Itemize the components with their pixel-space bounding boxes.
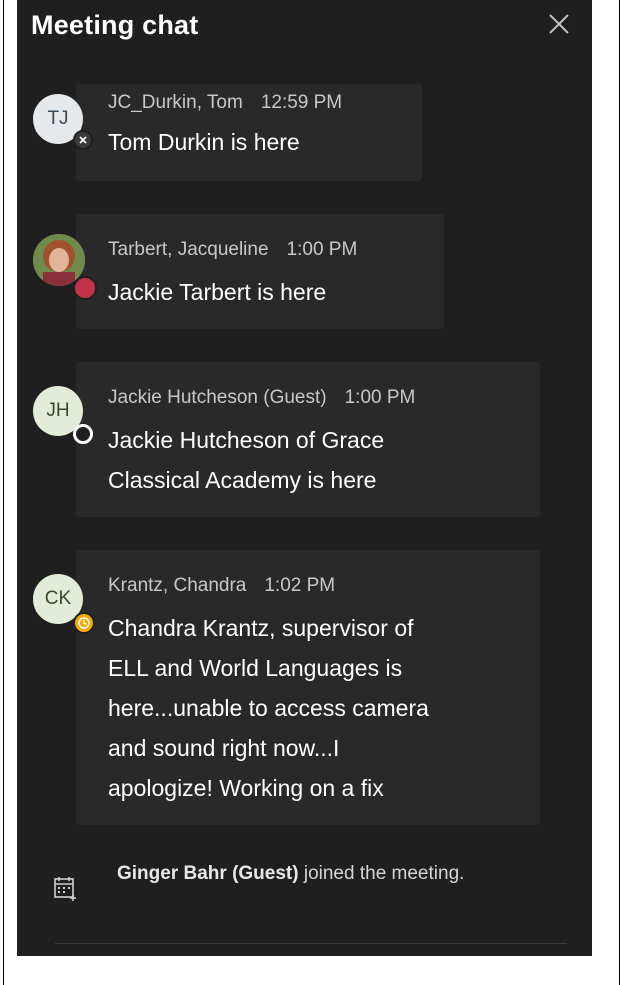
avatar-initials: TJ	[47, 108, 69, 129]
message-sender: Krantz, Chandra	[108, 575, 247, 596]
close-icon[interactable]	[545, 10, 573, 38]
panel-title: Meeting chat	[31, 10, 199, 40]
avatar-initials: JH	[46, 400, 70, 421]
message-text: Tom Durkin is here	[108, 129, 300, 155]
clock-icon	[78, 617, 90, 629]
status-away-icon	[73, 612, 95, 634]
message-text: Chandra Krantz, supervisor of ELL and Wo…	[108, 615, 429, 801]
message-sender: Tarbert, Jacqueline	[108, 239, 269, 260]
chat-message[interactable]: JC_Durkin, Tom 12:59 PM Tom Durkin is her…	[76, 84, 422, 181]
frame-border-right	[619, 0, 620, 985]
message-text: Jackie Tarbert is here	[108, 279, 327, 305]
message-sender: Jackie Hutcheson (Guest)	[108, 387, 327, 408]
chat-message[interactable]: Jackie Hutcheson (Guest) 1:00 PM Jackie H…	[76, 362, 540, 517]
joined-user-name[interactable]: Ginger Bahr (Guest)	[117, 863, 299, 884]
calendar-add-icon	[54, 877, 76, 901]
avatar-initials: CK	[44, 588, 72, 609]
status-busy-icon	[73, 276, 97, 300]
message-text: Jackie Hutcheson of Grace Classical Acad…	[108, 427, 385, 493]
message-time: 1:00 PM	[344, 387, 416, 408]
meeting-chat-panel: Meeting chat JC_Durkin, Tom 12:59 PM Tom …	[17, 0, 592, 956]
message-time: 12:59 PM	[260, 92, 343, 113]
message-time: 1:00 PM	[286, 239, 358, 260]
divider	[55, 943, 567, 944]
joined-event-text: joined the meeting.	[298, 863, 465, 884]
status-offline-icon	[73, 424, 93, 444]
message-time: 1:02 PM	[264, 575, 336, 596]
frame-border-left	[3, 0, 4, 985]
chat-message[interactable]: Krantz, Chandra 1:02 PM Chandra Krantz, s…	[76, 550, 540, 825]
status-offline-icon	[73, 130, 93, 150]
chat-message[interactable]: Tarbert, Jacqueline 1:00 PM Jackie Tarber…	[76, 214, 444, 329]
system-join-message: Ginger Bahr (Guest) joined the meeting.	[117, 860, 477, 888]
message-sender: JC_Durkin, Tom	[108, 92, 243, 113]
